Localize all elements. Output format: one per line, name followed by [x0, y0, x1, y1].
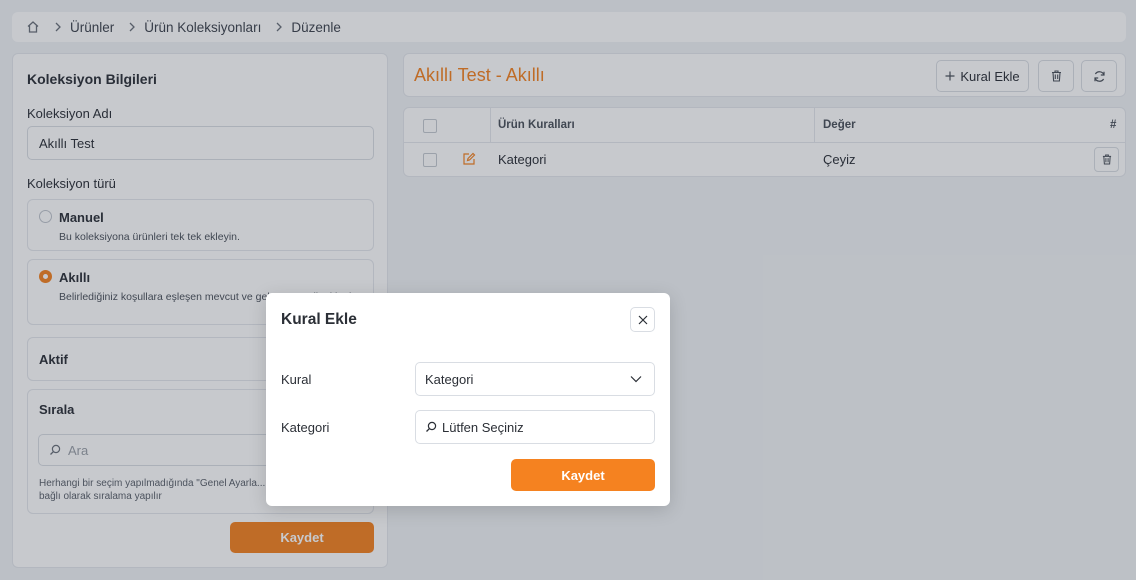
category-label: Kategori — [281, 420, 330, 435]
category-select[interactable]: Lütfen Seçiniz — [415, 410, 655, 444]
close-button[interactable] — [630, 307, 655, 332]
category-placeholder: Lütfen Seçiniz — [442, 419, 524, 435]
rule-select[interactable]: Kategori — [415, 362, 655, 396]
close-icon — [638, 315, 648, 325]
chevron-down-icon — [630, 375, 642, 383]
search-icon — [425, 421, 437, 433]
rule-label: Kural — [281, 372, 312, 387]
modal-save-button[interactable]: Kaydet — [511, 459, 655, 491]
add-rule-modal: Kural Ekle Kural Kategori Kategori Lütfe… — [266, 293, 670, 506]
rule-select-value: Kategori — [425, 371, 474, 387]
modal-title: Kural Ekle — [281, 311, 357, 328]
